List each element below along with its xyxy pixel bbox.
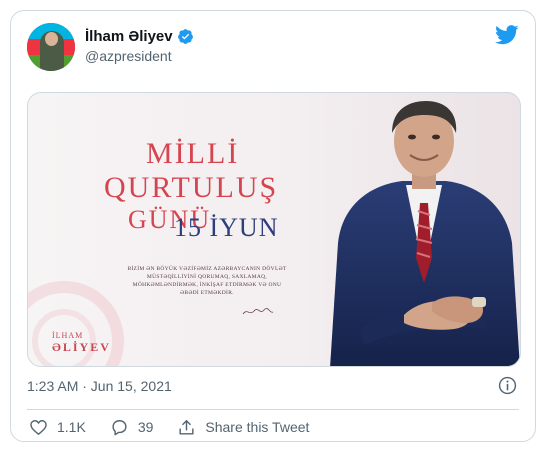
media-quote: BİZİM ƏN BÖYÜK VƏZİFƏMİZ AZƏRBAYCANIN DÖ… xyxy=(127,266,287,296)
tweet-timestamp[interactable]: 1:23 AM · Jun 15, 2021 xyxy=(27,378,172,394)
avatar-face xyxy=(45,32,58,46)
reply-button[interactable]: 39 xyxy=(110,415,154,439)
share-button[interactable]: Share this Tweet xyxy=(177,415,309,439)
author-avatar[interactable] xyxy=(27,23,75,71)
share-label: Share this Tweet xyxy=(205,419,310,435)
like-button[interactable]: 1.1K xyxy=(29,415,86,439)
reply-count: 39 xyxy=(137,419,154,435)
author-display-name[interactable]: İlham Əliyev xyxy=(85,28,173,45)
signature-graphic xyxy=(242,308,274,315)
media-brand-line2: ƏLİYEV xyxy=(52,340,111,354)
media-title-line2: QURTULUŞ xyxy=(104,171,279,204)
info-icon[interactable] xyxy=(498,376,517,395)
heart-icon xyxy=(30,419,47,435)
like-count: 1.1K xyxy=(57,419,86,435)
author-info: İlham Əliyev @azpresident xyxy=(85,28,194,64)
media-brand-line1: İLHAM xyxy=(52,331,84,340)
tweet-actions: 1.1K 39 Share this Tweet xyxy=(29,415,333,439)
media-title-line1: MİLLİ xyxy=(146,137,240,170)
media-date-text: 15 İYUN xyxy=(174,213,279,242)
author-handle[interactable]: @azpresident xyxy=(85,48,194,64)
divider xyxy=(27,409,519,410)
verified-badge-icon xyxy=(177,29,193,44)
reply-bubble-icon xyxy=(112,419,127,435)
tweet-media-image[interactable]: MİLLİ QURTULUŞ GÜNÜ 15 İYUN BİZİM ƏN BÖY… xyxy=(27,92,521,367)
tweet-card[interactable]: İlham Əliyev @azpresident MİLLİ QURTULUŞ… xyxy=(10,10,536,442)
twitter-bird-icon[interactable] xyxy=(495,25,519,45)
share-icon xyxy=(179,419,194,435)
portrait-photo xyxy=(330,101,520,366)
